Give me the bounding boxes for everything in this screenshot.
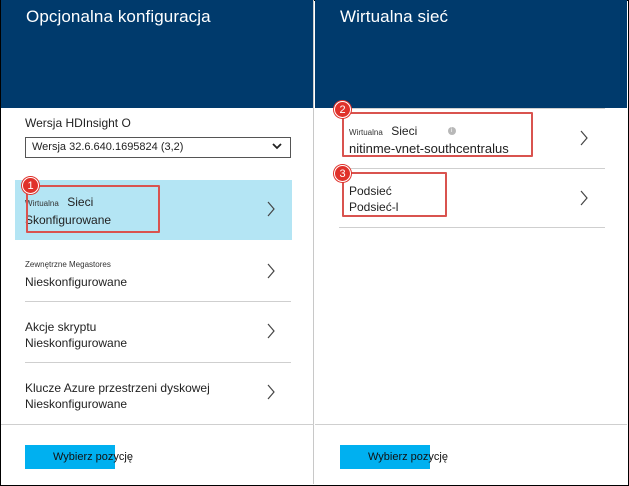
callout-box-3 bbox=[342, 172, 447, 217]
callout-badge-2: 2 bbox=[334, 101, 351, 118]
item-small-label: Zewnętrzne Megastores bbox=[25, 260, 111, 269]
blade-header: Wirtualna sieć bbox=[315, 0, 627, 108]
chevron-right-icon bbox=[267, 263, 275, 279]
hdinsight-version: Wersja HDInsight O Wersja 32.6.640.16958… bbox=[25, 116, 291, 158]
blade-title: Opcjonalna konfiguracja bbox=[26, 7, 211, 26]
callout-box-1 bbox=[26, 185, 160, 233]
chevron-right-icon bbox=[267, 201, 275, 217]
config-item-storage-keys[interactable]: Klucze Azure przestrzeni dyskowej Niesko… bbox=[15, 363, 292, 423]
chevron-down-icon bbox=[272, 143, 282, 150]
blade-title: Wirtualna sieć bbox=[340, 7, 449, 26]
config-item-external-metastores[interactable]: Zewnętrzne Megastores Nieskonfigurowane bbox=[15, 242, 292, 302]
config-item-script-actions[interactable]: Akcje skryptu Nieskonfigurowane bbox=[15, 302, 292, 362]
divider bbox=[339, 227, 605, 228]
callout-box-2 bbox=[342, 112, 533, 157]
item-status: Nieskonfigurowane bbox=[25, 275, 128, 289]
virtual-network-blade: Wirtualna sieć Wirtualna Sieci i nitinme… bbox=[315, 0, 627, 484]
select-button[interactable]: Wybierz pozycję bbox=[340, 445, 460, 469]
blade-header: Opcjonalna konfiguracja bbox=[1, 0, 313, 108]
optional-config-blade: Opcjonalna konfiguracja Wersja HDInsight… bbox=[1, 0, 314, 484]
item-label: Klucze Azure przestrzeni dyskowej bbox=[25, 381, 210, 395]
version-dropdown[interactable]: Wersja 32.6.640.1695824 (3,2) bbox=[25, 137, 291, 158]
callout-badge-3: 3 bbox=[334, 165, 351, 182]
select-button[interactable]: Wybierz pozycję bbox=[25, 445, 145, 469]
chevron-right-icon bbox=[267, 323, 275, 339]
chevron-right-icon bbox=[580, 130, 588, 146]
chevron-right-icon bbox=[267, 384, 275, 400]
chevron-right-icon bbox=[580, 190, 588, 206]
callout-badge-1: 1 bbox=[22, 177, 39, 194]
footer-divider bbox=[315, 424, 627, 425]
footer-divider bbox=[1, 424, 314, 425]
item-label: Akcje skryptu bbox=[25, 320, 97, 334]
item-status: Nieskonfigurowane bbox=[25, 336, 128, 350]
version-label: Wersja HDInsight O bbox=[25, 116, 131, 130]
select-button-label: Wybierz pozycję bbox=[53, 451, 133, 463]
version-selected-value: Wersja 32.6.640.1695824 (3,2) bbox=[32, 141, 184, 153]
item-status: Nieskonfigurowane bbox=[25, 397, 128, 411]
select-button-label: Wybierz pozycję bbox=[368, 451, 448, 463]
